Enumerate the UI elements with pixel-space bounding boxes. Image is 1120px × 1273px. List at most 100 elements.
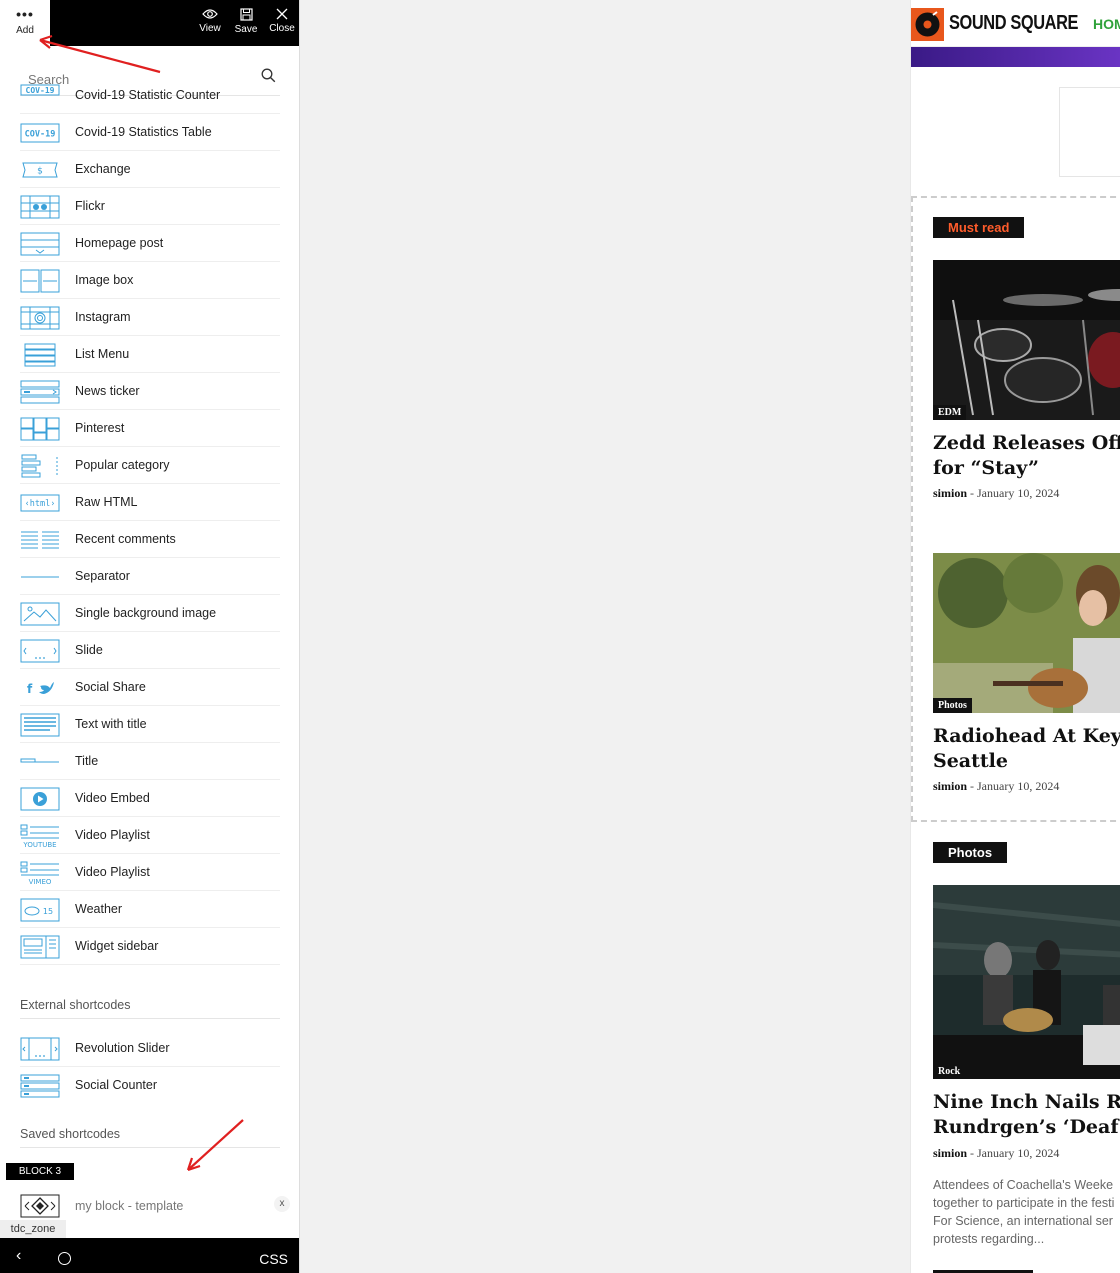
post-thumbnail-rock[interactable]: Rock [933, 885, 1120, 1079]
list-item-label: Raw HTML [75, 495, 138, 509]
back-icon[interactable]: ‹ [16, 1247, 21, 1265]
list-item-label: Title [75, 754, 99, 768]
post-date: January 10, 2024 [977, 486, 1060, 500]
pinterest-icon [20, 417, 60, 441]
delete-saved-button[interactable]: x [274, 1196, 290, 1212]
drums-photo [933, 260, 1120, 420]
list-item-label: Separator [75, 569, 130, 583]
list-item-social-share[interactable]: f Social Share [20, 669, 280, 706]
post-title[interactable]: Nine Inch Nails Rem Rundrgen’s ‘Deaf Ea [933, 1090, 1120, 1140]
nav-home-link[interactable]: HOM [1093, 16, 1120, 32]
separator-icon [21, 576, 59, 578]
title-icon [20, 758, 59, 763]
svg-text:YOUTUBE: YOUTUBE [22, 841, 56, 848]
list-item-text-with-title[interactable]: Text with title [20, 706, 280, 743]
post-date: January 10, 2024 [977, 1146, 1060, 1160]
toolbar-dark: View Save Close [50, 0, 299, 46]
slide-icon [20, 639, 60, 663]
svg-text:‹html›: ‹html› [25, 499, 56, 509]
eye-icon [202, 9, 218, 19]
list-item-label: Pinterest [75, 421, 125, 435]
instagram-icon [20, 306, 60, 330]
list-item-widget-sidebar[interactable]: Widget sidebar [20, 928, 280, 965]
list-item-label: Homepage post [75, 236, 164, 250]
site-logo-icon[interactable] [911, 8, 944, 41]
add-label: Add [16, 25, 34, 36]
list-item-label: Flickr [75, 199, 105, 213]
post-author[interactable]: simion [933, 486, 967, 500]
circle-icon[interactable] [58, 1252, 71, 1265]
zone-label: tdc_zone [0, 1220, 66, 1238]
list-item-instagram[interactable]: Instagram [20, 299, 280, 336]
guitarist-photo [933, 553, 1120, 713]
list-item-youtube-playlist[interactable]: YOUTUBE Video Playlist [20, 817, 280, 854]
save-label: Save [234, 24, 258, 35]
list-item-separator[interactable]: Separator [20, 558, 280, 595]
list-item-title[interactable]: Title [20, 743, 280, 780]
post-author[interactable]: simion [933, 779, 967, 793]
post-title[interactable]: Zedd Releases Offic for “Stay” [933, 431, 1120, 481]
save-icon [239, 8, 253, 21]
view-button[interactable]: View [192, 8, 228, 34]
post-title[interactable]: Radiohead At KeyAr Seattle [933, 724, 1120, 774]
list-item-popular-category[interactable]: Popular category [20, 447, 280, 484]
list-item-covid-counter[interactable]: COV-19 Covid-19 Statistic Counter [20, 77, 280, 114]
list-item-background-image[interactable]: Single background image [20, 595, 280, 632]
list-item-list-menu[interactable]: List Menu [20, 336, 280, 373]
list-item-image-box[interactable]: Image box [20, 262, 280, 299]
list-item-raw-html[interactable]: ‹html› Raw HTML [20, 484, 280, 521]
social-share-icon: f [27, 682, 54, 696]
list-item-label: Recent comments [75, 532, 176, 546]
list-item-covid-table[interactable]: COV-19 Covid-19 Statistics Table [20, 114, 280, 151]
badge-label: Photos [948, 845, 993, 860]
bottom-bar: ‹ CSS [0, 1238, 299, 1273]
view-label: View [199, 23, 221, 34]
save-button[interactable]: Save [228, 8, 264, 35]
excerpt-line: For Science, an international ser [933, 1214, 1113, 1228]
list-item-news-ticker[interactable]: News ticker [20, 373, 280, 410]
category-tag[interactable]: Rock [933, 1064, 966, 1079]
list-item-exchange[interactable]: $ Exchange [20, 151, 280, 188]
list-item-recent-comments[interactable]: Recent comments [20, 521, 280, 558]
dots-icon: ••• [16, 6, 34, 22]
popular-category-icon [21, 454, 58, 478]
block-badge: BLOCK 3 [6, 1163, 74, 1180]
post-title-line: Rundrgen’s ‘Deaf Ea [933, 1116, 1120, 1138]
post-author[interactable]: simion [933, 1146, 967, 1160]
flickr-icon [20, 195, 60, 219]
list-item-homepage-post[interactable]: Homepage post [20, 225, 280, 262]
list-item-label: Widget sidebar [75, 939, 159, 953]
list-item-label: Revolution Slider [75, 1041, 170, 1055]
list-item-slide[interactable]: Slide [20, 632, 280, 669]
saved-template-icon [20, 1194, 60, 1218]
post-title-line: Radiohead At KeyAr [933, 725, 1120, 747]
list-item-label: Covid-19 Statistics Table [75, 125, 212, 139]
list-item-flickr[interactable]: Flickr [20, 188, 280, 225]
youtube-playlist-icon: YOUTUBE [20, 824, 59, 848]
recent-comments-icon [21, 531, 59, 549]
category-tag[interactable]: EDM [933, 405, 967, 420]
list-item-social-counter[interactable]: Social Counter [20, 1067, 280, 1104]
site-title[interactable]: SOUND SQUARE [949, 12, 1078, 35]
widget-sidebar-icon [20, 935, 60, 959]
external-shortcodes-heading: External shortcodes [20, 998, 280, 1019]
list-item-label: Video Playlist [75, 828, 150, 842]
list-item-revolution-slider[interactable]: Revolution Slider [20, 1030, 280, 1067]
site-preview: SOUND SQUARE HOM Must read EDM Zedd Rele… [910, 0, 1120, 1273]
post-thumbnail-photos[interactable]: Photos [933, 553, 1120, 713]
post-title-line: for “Stay” [933, 457, 1039, 479]
saved-shortcode-item[interactable]: my block - template x [20, 1190, 290, 1222]
list-item-pinterest[interactable]: Pinterest [20, 410, 280, 447]
list-item-vimeo-playlist[interactable]: VIMEO Video Playlist [20, 854, 280, 891]
excerpt-line: together to participate in the festi [933, 1196, 1115, 1210]
css-button[interactable]: CSS [259, 1251, 288, 1267]
excerpt-line: protests regarding... [933, 1232, 1045, 1246]
close-button[interactable]: Close [264, 8, 299, 34]
category-tag[interactable]: Photos [933, 698, 972, 713]
list-item-video-embed[interactable]: Video Embed [20, 780, 280, 817]
add-button[interactable]: ••• Add [0, 0, 50, 46]
post-thumbnail-edm[interactable]: EDM [933, 260, 1120, 420]
list-item-weather[interactable]: 15 Weather [20, 891, 280, 928]
list-item-label: Social Share [75, 680, 146, 694]
post-title-line: Nine Inch Nails Rem [933, 1091, 1120, 1113]
